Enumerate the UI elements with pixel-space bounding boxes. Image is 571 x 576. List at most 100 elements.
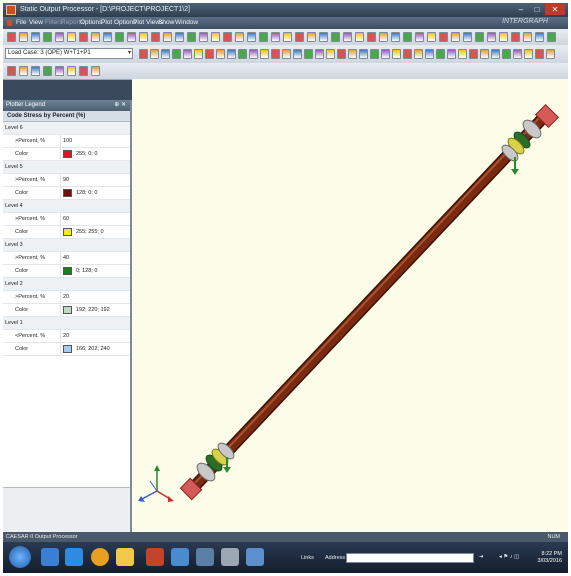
main-tool-icon[interactable] — [79, 32, 88, 42]
threshold-value[interactable]: 40 — [63, 252, 69, 265]
secondary-tool-icon[interactable] — [31, 66, 40, 76]
legend-level-header[interactable]: Level 4 — [3, 200, 130, 213]
display-tool-icon[interactable] — [447, 49, 456, 59]
main-tool-icon[interactable] — [547, 32, 556, 42]
main-tool-icon[interactable] — [19, 32, 28, 42]
legend-threshold-row[interactable]: <Percent, % 20 — [3, 330, 130, 343]
chrome-icon[interactable] — [91, 548, 109, 566]
app-icon-6[interactable] — [171, 548, 189, 566]
main-tool-icon[interactable] — [367, 32, 376, 42]
maximize-button[interactable]: □ — [530, 4, 544, 15]
color-swatch[interactable] — [63, 345, 72, 353]
main-tool-icon[interactable] — [235, 32, 244, 42]
secondary-tool-icon[interactable] — [43, 66, 52, 76]
internet-explorer-icon[interactable] — [65, 548, 83, 566]
main-tool-icon[interactable] — [295, 32, 304, 42]
main-tool-icon[interactable] — [271, 32, 280, 42]
main-tool-icon[interactable] — [319, 32, 328, 42]
display-tool-icon[interactable] — [172, 49, 181, 59]
main-tool-icon[interactable] — [55, 32, 64, 42]
app-icon-8[interactable] — [221, 548, 239, 566]
legend-threshold-row[interactable]: >Percent, % 100 — [3, 135, 130, 148]
threshold-value[interactable]: 100 — [63, 135, 72, 148]
main-tool-icon[interactable] — [31, 32, 40, 42]
main-tool-icon[interactable] — [175, 32, 184, 42]
main-tool-icon[interactable] — [331, 32, 340, 42]
display-tool-icon[interactable] — [392, 49, 401, 59]
main-tool-icon[interactable] — [391, 32, 400, 42]
display-tool-icon[interactable] — [513, 49, 522, 59]
main-tool-icon[interactable] — [91, 32, 100, 42]
main-tool-icon[interactable] — [355, 32, 364, 42]
display-tool-icon[interactable] — [458, 49, 467, 59]
legend-threshold-row[interactable]: >Percent, % 40 — [3, 252, 130, 265]
menu-window[interactable]: Window — [175, 19, 198, 26]
app-icon-5[interactable] — [146, 548, 164, 566]
display-tool-icon[interactable] — [282, 49, 291, 59]
main-tool-icon[interactable] — [535, 32, 544, 42]
display-tool-icon[interactable] — [216, 49, 225, 59]
display-tool-icon[interactable] — [150, 49, 159, 59]
main-tool-icon[interactable] — [127, 32, 136, 42]
secondary-tool-icon[interactable] — [67, 66, 76, 76]
main-tool-icon[interactable] — [259, 32, 268, 42]
main-tool-icon[interactable] — [187, 32, 196, 42]
display-tool-icon[interactable] — [491, 49, 500, 59]
display-tool-icon[interactable] — [293, 49, 302, 59]
menu-options[interactable]: Options — [80, 19, 102, 26]
main-tool-icon[interactable] — [247, 32, 256, 42]
display-tool-icon[interactable] — [326, 49, 335, 59]
display-tool-icon[interactable] — [469, 49, 478, 59]
display-tool-icon[interactable] — [238, 49, 247, 59]
threshold-value[interactable]: 20 — [63, 291, 69, 304]
threshold-value[interactable]: 60 — [63, 213, 69, 226]
main-tool-icon[interactable] — [499, 32, 508, 42]
display-tool-icon[interactable] — [337, 49, 346, 59]
display-tool-icon[interactable] — [205, 49, 214, 59]
secondary-tool-icon[interactable] — [19, 66, 28, 76]
menu-plot-options[interactable]: Plot Options — [101, 19, 136, 26]
main-tool-icon[interactable] — [115, 32, 124, 42]
main-tool-icon[interactable] — [43, 32, 52, 42]
main-tool-icon[interactable] — [523, 32, 532, 42]
display-tool-icon[interactable] — [403, 49, 412, 59]
legend-level-header[interactable]: Level 3 — [3, 239, 130, 252]
main-tool-icon[interactable] — [415, 32, 424, 42]
color-swatch[interactable] — [63, 267, 72, 275]
main-tool-icon[interactable] — [103, 32, 112, 42]
display-tool-icon[interactable] — [227, 49, 236, 59]
legend-threshold-row[interactable]: >Percent, % 20 — [3, 291, 130, 304]
display-tool-icon[interactable] — [414, 49, 423, 59]
app-icon-7[interactable] — [196, 548, 214, 566]
main-tool-icon[interactable] — [343, 32, 352, 42]
address-input[interactable] — [346, 553, 474, 563]
display-tool-icon[interactable] — [436, 49, 445, 59]
main-tool-icon[interactable] — [487, 32, 496, 42]
minimize-button[interactable]: – — [514, 4, 528, 15]
pin-icon[interactable]: ⊕ ✕ — [114, 100, 126, 111]
model-viewport[interactable] — [132, 79, 568, 532]
main-tool-icon[interactable] — [7, 32, 16, 42]
main-tool-icon[interactable] — [211, 32, 220, 42]
display-tool-icon[interactable] — [425, 49, 434, 59]
main-tool-icon[interactable] — [163, 32, 172, 42]
main-tool-icon[interactable] — [403, 32, 412, 42]
secondary-tool-icon[interactable] — [55, 66, 64, 76]
color-swatch[interactable] — [63, 189, 72, 197]
main-tool-icon[interactable] — [427, 32, 436, 42]
display-tool-icon[interactable] — [249, 49, 258, 59]
display-tool-icon[interactable] — [480, 49, 489, 59]
caesar-task-icon[interactable] — [246, 548, 264, 566]
app-icon-1[interactable] — [41, 548, 59, 566]
menu-view[interactable]: View — [29, 19, 43, 26]
display-tool-icon[interactable] — [381, 49, 390, 59]
legend-color-row[interactable]: Color 192; 220; 192 — [3, 304, 130, 317]
main-tool-icon[interactable] — [199, 32, 208, 42]
legend-threshold-row[interactable]: >Percent, % 60 — [3, 213, 130, 226]
display-tool-icon[interactable] — [271, 49, 280, 59]
display-tool-icon[interactable] — [304, 49, 313, 59]
legend-level-header[interactable]: Level 2 — [3, 278, 130, 291]
tray-icons[interactable]: ◂ ⚑ ♪ ◫ — [499, 554, 519, 560]
main-tool-icon[interactable] — [475, 32, 484, 42]
main-tool-icon[interactable] — [151, 32, 160, 42]
